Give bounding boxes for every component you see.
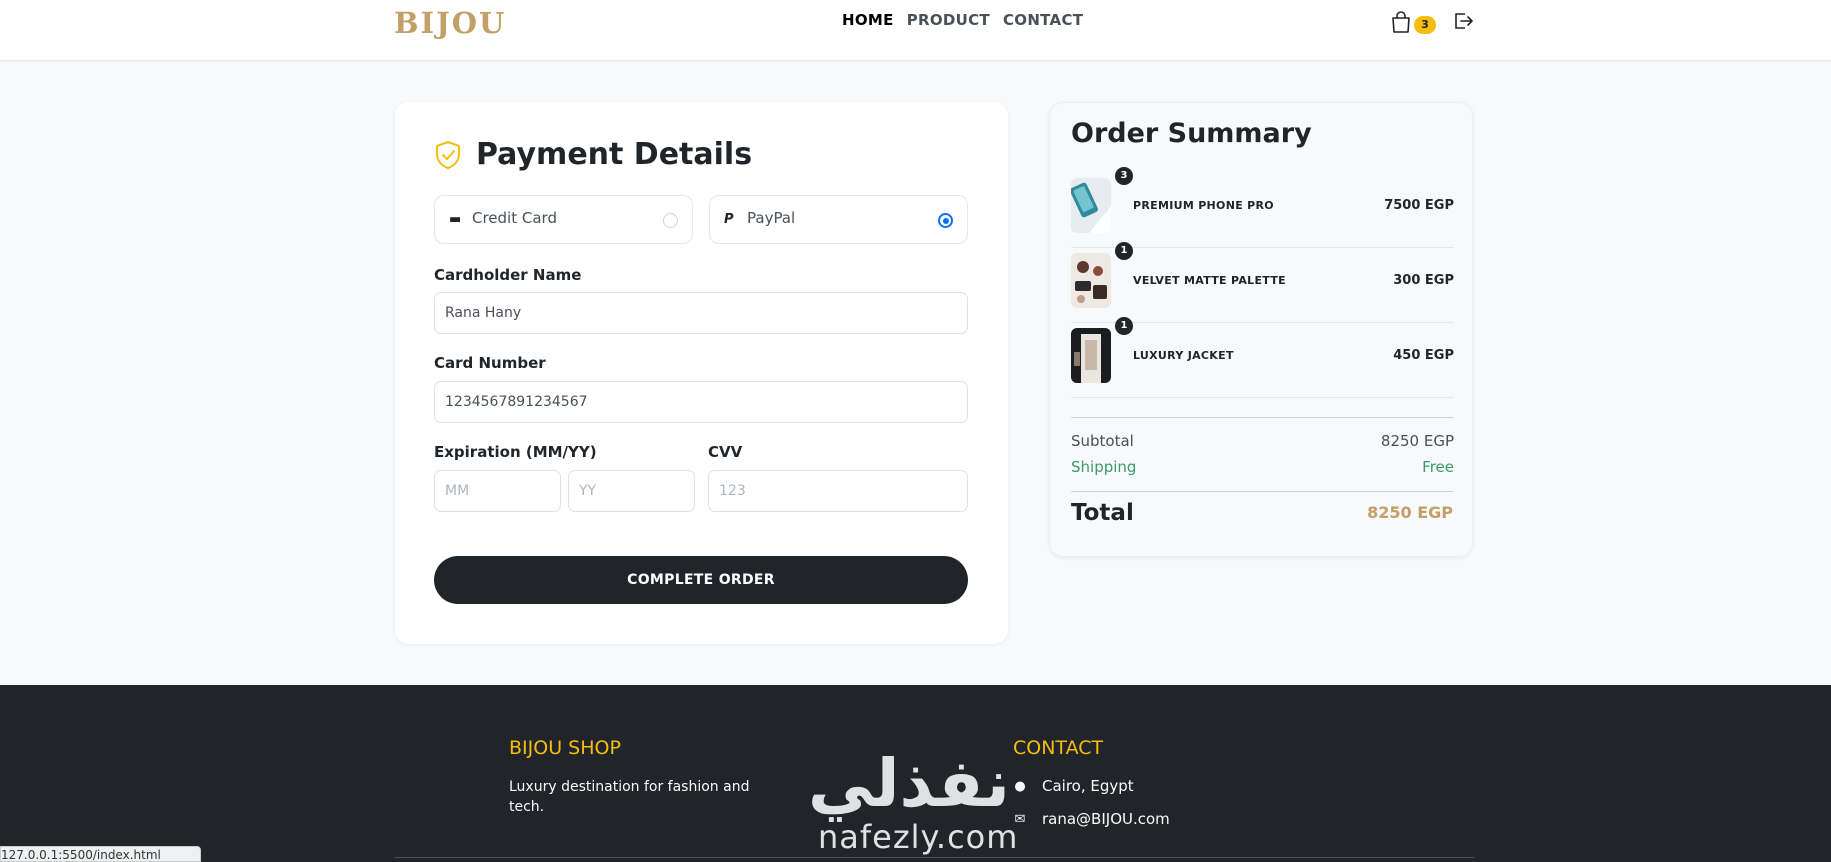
paypal-radio[interactable] xyxy=(938,213,953,228)
expiration-label: Expiration (MM/YY) xyxy=(434,443,597,461)
payment-details-card: Payment Details ▬ Credit Card P PayPal C… xyxy=(395,102,1008,644)
shield-check-icon xyxy=(436,140,460,169)
footer-email[interactable]: ✉ rana@BIJOU.com xyxy=(1012,810,1170,828)
cvv-label: CVV xyxy=(708,443,743,461)
shipping-row: Shipping Free xyxy=(1071,458,1454,476)
total-label: Total xyxy=(1071,500,1134,526)
list-item: 3 PREMIUM PHONE PRO 7500 EGP xyxy=(1071,167,1454,248)
subtotal-value: 8250 EGP xyxy=(1380,432,1454,450)
summary-divider xyxy=(1071,417,1454,418)
order-summary-title: Order Summary xyxy=(1071,118,1312,149)
paypal-icon: P xyxy=(724,212,734,227)
method-paypal-label: PayPal xyxy=(747,209,796,227)
product-image-jacket xyxy=(1071,328,1111,383)
cardholder-label: Cardholder Name xyxy=(434,266,582,284)
footer-location: ● Cairo, Egypt xyxy=(1012,777,1134,795)
cvv-input[interactable] xyxy=(708,470,968,512)
item-name: VELVET MATTE PALETTE xyxy=(1133,274,1286,287)
card-number-label: Card Number xyxy=(434,354,546,372)
item-name: PREMIUM PHONE PRO xyxy=(1133,199,1274,212)
cart-count-badge: 3 xyxy=(1414,16,1436,34)
credit-card-icon: ▬ xyxy=(449,212,462,227)
product-image-palette xyxy=(1071,253,1111,308)
card-number-input[interactable] xyxy=(434,381,968,423)
item-name: LUXURY JACKET xyxy=(1133,349,1234,362)
brand-logo[interactable]: BIJOU xyxy=(394,6,506,40)
shopping-bag-icon xyxy=(1392,11,1410,33)
status-url-bar: 127.0.0.1:5500/index.html xyxy=(0,846,201,862)
footer-divider xyxy=(394,857,1474,858)
method-credit-card[interactable]: ▬ Credit Card xyxy=(434,195,693,244)
item-price: 300 EGP xyxy=(1393,273,1454,288)
item-quantity-badge: 1 xyxy=(1115,317,1133,335)
subtotal-label: Subtotal xyxy=(1071,432,1134,450)
total-value: 8250 EGP xyxy=(1367,503,1453,522)
cardholder-name-input[interactable] xyxy=(434,292,968,334)
subtotal-row: Subtotal 8250 EGP xyxy=(1071,432,1454,450)
nav-contact[interactable]: CONTACT xyxy=(1003,11,1083,29)
item-quantity-badge: 3 xyxy=(1115,167,1133,185)
site-footer: BIJOU SHOP Luxury destination for fashio… xyxy=(0,685,1831,862)
item-price: 450 EGP xyxy=(1393,348,1454,363)
payment-title: Payment Details xyxy=(476,137,753,172)
product-image-phone xyxy=(1071,178,1111,233)
credit-card-radio[interactable] xyxy=(663,213,678,228)
method-credit-card-label: Credit Card xyxy=(472,209,557,227)
nav-product[interactable]: PRODUCT xyxy=(907,11,990,29)
method-paypal[interactable]: P PayPal xyxy=(709,195,968,244)
list-item: 1 LUXURY JACKET 450 EGP xyxy=(1071,317,1454,398)
item-quantity-badge: 1 xyxy=(1115,242,1133,260)
expiration-year-input[interactable] xyxy=(568,470,695,512)
list-item: 1 VELVET MATTE PALETTE 300 EGP xyxy=(1071,242,1454,323)
order-summary-card: Order Summary 3 PREMIUM PHONE PRO 7500 E… xyxy=(1049,102,1473,557)
payment-title-row: Payment Details xyxy=(434,137,752,172)
logout-icon[interactable] xyxy=(1452,10,1474,32)
expiration-month-input[interactable] xyxy=(434,470,561,512)
summary-divider xyxy=(1071,491,1454,492)
complete-order-button[interactable]: COMPLETE ORDER xyxy=(434,556,968,604)
shipping-value: Free xyxy=(1422,458,1454,476)
footer-shop-description: Luxury destination for fashion and tech. xyxy=(509,779,750,815)
item-price: 7500 EGP xyxy=(1384,198,1454,213)
footer-shop-title: BIJOU SHOP xyxy=(509,737,621,759)
nav-home[interactable]: HOME xyxy=(842,11,894,29)
footer-email-text[interactable]: rana@BIJOU.com xyxy=(1042,810,1170,828)
footer-location-text: Cairo, Egypt xyxy=(1042,777,1134,795)
watermark-arabic: نفذلي xyxy=(808,745,1010,822)
location-pin-icon: ● xyxy=(1014,778,1026,794)
site-header: BIJOU HOME PRODUCT CONTACT 3 xyxy=(0,0,1831,61)
cart-button[interactable]: 3 xyxy=(1390,10,1436,36)
watermark-latin: nafezly.com xyxy=(818,818,1019,856)
footer-contact-title: CONTACT xyxy=(1013,737,1104,759)
shipping-label: Shipping xyxy=(1071,458,1137,476)
main-nav: HOME PRODUCT CONTACT xyxy=(842,11,1083,29)
